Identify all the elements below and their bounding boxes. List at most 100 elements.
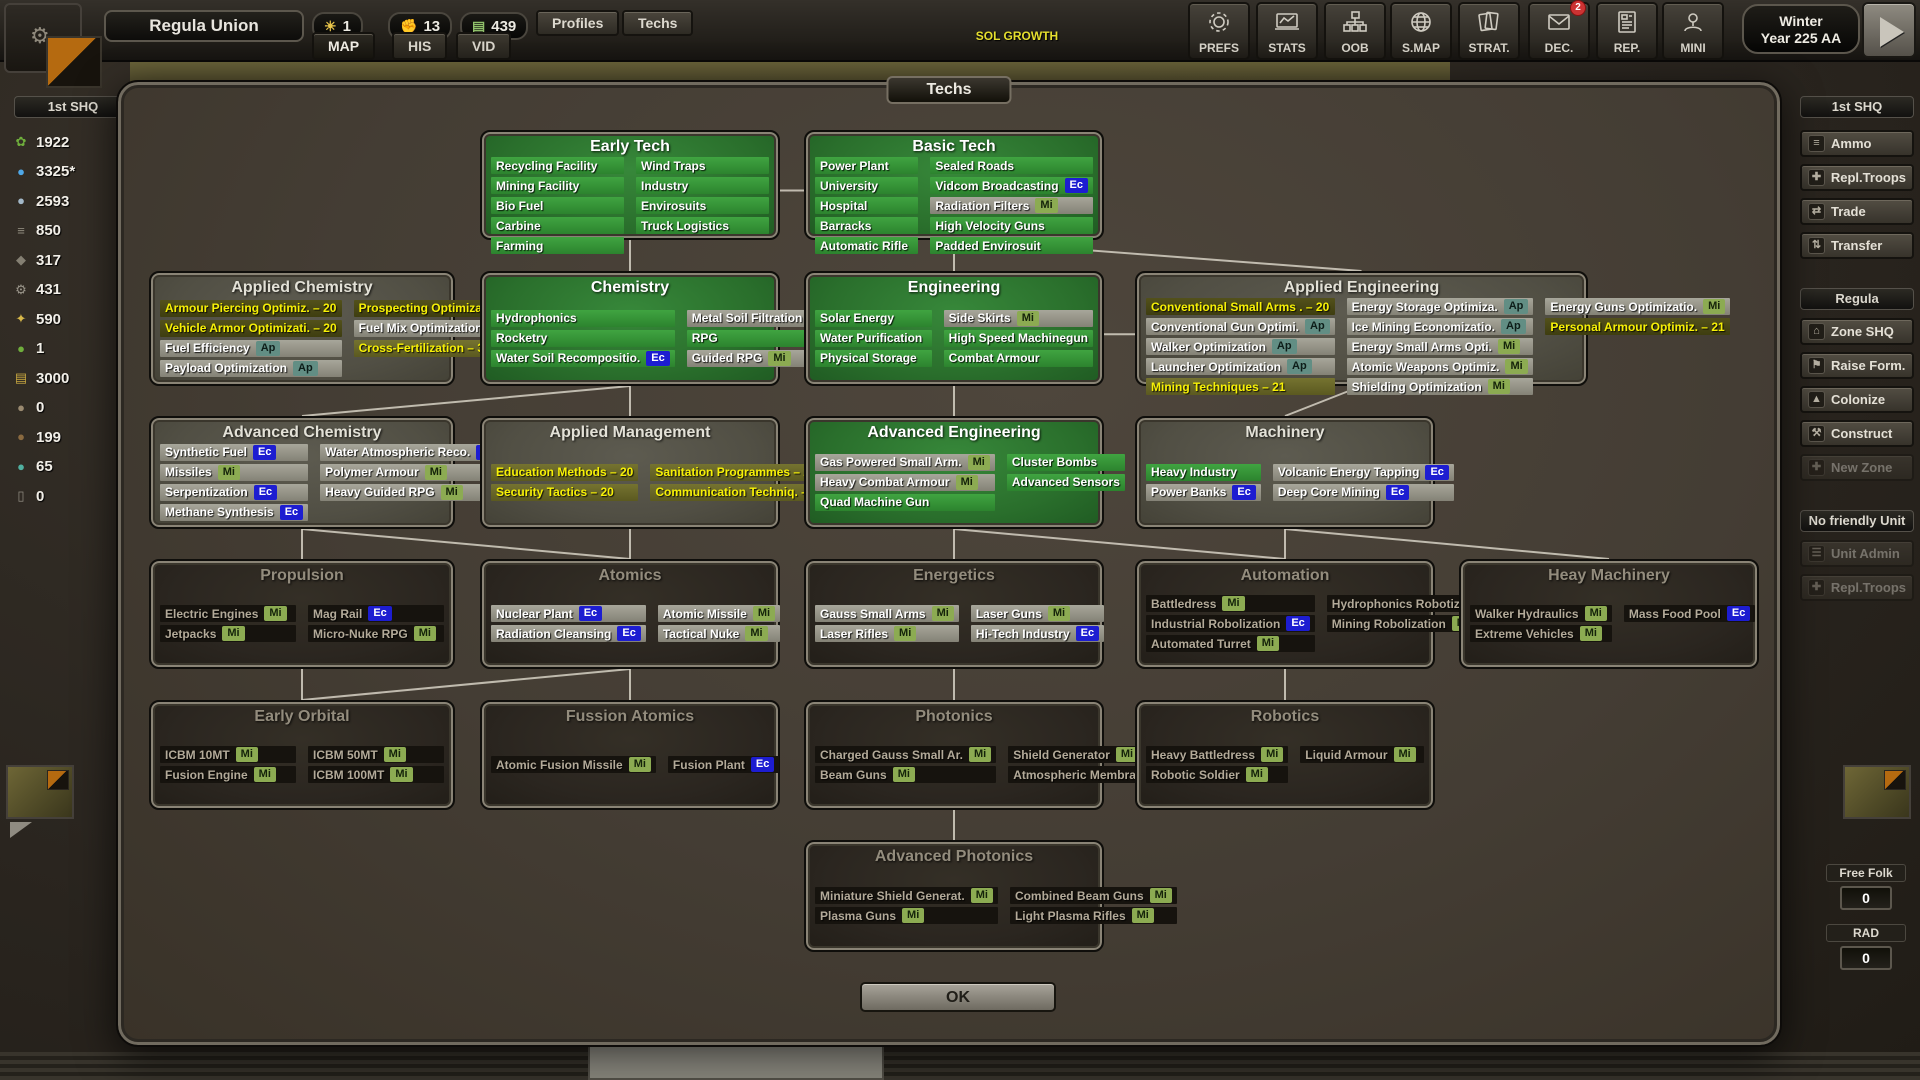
tech-item[interactable]: Liquid ArmourMi (1300, 746, 1424, 763)
tech-item[interactable]: Quad Machine Gun (815, 494, 995, 511)
tech-item[interactable]: Wind Traps (636, 157, 769, 174)
tech-item[interactable]: Volcanic Energy TappingEc (1273, 464, 1454, 481)
tech-item[interactable]: Power BanksEc (1146, 484, 1261, 501)
topbar-button-mini[interactable]: MINI (1662, 2, 1724, 60)
tech-item[interactable]: University (815, 177, 918, 194)
tech-item[interactable]: ICBM 10MTMi (160, 746, 296, 763)
tech-item[interactable]: MissilesMi (160, 464, 308, 481)
tech-item[interactable]: Advanced Sensors (1007, 474, 1125, 491)
tech-item[interactable]: Hydrophonics (491, 310, 675, 327)
tech-item[interactable]: Laser GunsMi (971, 605, 1104, 622)
tech-item[interactable]: Bio Fuel (491, 197, 624, 214)
tech-item[interactable]: Shielding OptimizationMi (1347, 378, 1534, 395)
tech-item[interactable]: Charged Gauss Small Ar.Mi (815, 746, 996, 763)
tech-item[interactable]: Combat Armour (944, 350, 1093, 367)
scroll-corner-marker[interactable] (10, 822, 32, 838)
tech-item[interactable]: Atomic MissileMi (658, 605, 780, 622)
tech-item[interactable]: Energy Storage Optimiza.Ap (1347, 298, 1534, 315)
tech-item[interactable]: Fusion EngineMi (160, 766, 296, 783)
tech-item[interactable]: Personal Armour Optimiz. – 21 (1545, 318, 1730, 335)
tech-item[interactable]: Conventional Gun Optimi.Ap (1146, 318, 1335, 335)
tech-item[interactable]: BattledressMi (1146, 595, 1315, 612)
tech-item[interactable]: Tactical NukeMi (658, 625, 780, 642)
tech-item[interactable]: Mining Techniques – 21 (1146, 378, 1335, 395)
sidebar-button-repl-troops-1[interactable]: ✚Repl.Troops (1800, 164, 1914, 191)
tech-item[interactable]: Walker OptimizationAp (1146, 338, 1335, 355)
tech-item[interactable]: Launcher OptimizationAp (1146, 358, 1335, 375)
tech-item[interactable]: Hi-Tech IndustryEc (971, 625, 1104, 642)
tech-item[interactable]: Payload OptimizationAp (160, 360, 342, 377)
tech-item[interactable]: Solar Energy (815, 310, 932, 327)
tech-item[interactable]: Light Plasma RiflesMi (1010, 907, 1177, 924)
topbar-button-rep[interactable]: REP. (1596, 2, 1658, 60)
tech-item[interactable]: Ice Mining Economizatio.Ap (1347, 318, 1534, 335)
tech-item[interactable]: Physical Storage (815, 350, 932, 367)
tech-item[interactable]: Fusion PlantEc (668, 756, 779, 773)
tech-item[interactable]: Heavy Industry (1146, 464, 1261, 481)
tech-item[interactable]: Communication Techniq. – 20 (650, 484, 829, 501)
map-thumbnail-right[interactable] (1843, 765, 1911, 819)
tech-item[interactable]: Walker HydraulicsMi (1470, 605, 1612, 622)
tech-item[interactable]: Armour Piercing Optimiz. – 20 (160, 300, 342, 317)
tech-item[interactable]: Atomic Weapons Optimiz.Mi (1347, 358, 1534, 375)
tech-item[interactable]: ICBM 50MTMi (308, 746, 444, 763)
tech-item[interactable]: ICBM 100MTMi (308, 766, 444, 783)
tech-item[interactable]: Recycling Facility (491, 157, 624, 174)
tech-item[interactable]: Truck Logistics (636, 217, 769, 234)
tech-item[interactable]: Barracks (815, 217, 918, 234)
tech-item[interactable]: Sealed Roads (930, 157, 1093, 174)
tech-item[interactable]: Security Tactics – 20 (491, 484, 638, 501)
tech-item[interactable]: Automated TurretMi (1146, 635, 1315, 652)
sidebar-button-raise-form[interactable]: ⚑Raise Form. (1800, 352, 1914, 379)
tech-item[interactable]: High Velocity Guns (930, 217, 1093, 234)
tech-item[interactable]: Heavy BattledressMi (1146, 746, 1288, 763)
tech-item[interactable]: Robotic SoldierMi (1146, 766, 1288, 783)
tech-item[interactable]: Industry (636, 177, 769, 194)
tech-item[interactable]: Laser RiflesMi (815, 625, 959, 642)
tech-item[interactable]: Atomic Fusion MissileMi (491, 756, 656, 773)
tech-item[interactable]: Sanitation Programmes – 20 (650, 464, 829, 481)
tech-item[interactable]: Mining Facility (491, 177, 624, 194)
tech-item[interactable]: Water Purification (815, 330, 932, 347)
tech-item[interactable]: Radiation FiltersMi (930, 197, 1093, 214)
tech-item[interactable]: Plasma GunsMi (815, 907, 998, 924)
tech-item[interactable]: Farming (491, 237, 624, 254)
tech-item[interactable]: Miniature Shield Generat.Mi (815, 887, 998, 904)
tech-item[interactable]: Industrial RobolizationEc (1146, 615, 1315, 632)
tech-item[interactable]: Energy Guns Optimizatio.Mi (1545, 298, 1730, 315)
tech-item[interactable]: Water Atmospheric Reco.Ec (320, 444, 505, 461)
tech-item[interactable]: Mass Food PoolEc (1624, 605, 1755, 622)
tech-item[interactable]: Radiation CleansingEc (491, 625, 646, 642)
tech-item[interactable]: Padded Envirosuit (930, 237, 1093, 254)
sidebar-button-transfer[interactable]: ⇅Transfer (1800, 232, 1914, 259)
tech-item[interactable]: Carbine (491, 217, 624, 234)
tech-item[interactable]: Nuclear PlantEc (491, 605, 646, 622)
tech-item[interactable]: Energy Small Arms Opti.Mi (1347, 338, 1534, 355)
tab-map[interactable]: MAP (312, 32, 375, 60)
tech-item[interactable]: Water Soil Recompositio.Ec (491, 350, 675, 367)
tech-item[interactable]: Fuel EfficiencyAp (160, 340, 342, 357)
tech-item[interactable]: Methane SynthesisEc (160, 504, 308, 521)
tech-item[interactable]: Gauss Small ArmsMi (815, 605, 959, 622)
tech-item[interactable]: Hospital (815, 197, 918, 214)
tech-item[interactable]: Extreme VehiclesMi (1470, 625, 1612, 642)
ok-button[interactable]: OK (860, 982, 1056, 1012)
topbar-button-strat[interactable]: STRAT. (1458, 2, 1520, 60)
sidebar-button-colonize[interactable]: ▲Colonize (1800, 386, 1914, 413)
tech-item[interactable]: SerpentizationEc (160, 484, 308, 501)
tech-item[interactable]: Beam GunsMi (815, 766, 996, 783)
sidebar-button-zone-shq[interactable]: ⌂Zone SHQ (1800, 318, 1914, 345)
tech-item[interactable]: Polymer ArmourMi (320, 464, 505, 481)
topbar-button-prefs[interactable]: PREFS (1188, 2, 1250, 60)
sidebar-button-construct[interactable]: ⚒Construct (1800, 420, 1914, 447)
tech-item[interactable]: Micro-Nuke RPGMi (308, 625, 444, 642)
tech-item[interactable]: Combined Beam GunsMi (1010, 887, 1177, 904)
tech-item[interactable]: Envirosuits (636, 197, 769, 214)
tab-his[interactable]: HIS (392, 32, 447, 60)
tech-item[interactable]: Electric EnginesMi (160, 605, 296, 622)
topbar-button-stats[interactable]: STATS (1256, 2, 1318, 60)
topbar-button-oob[interactable]: OOB (1324, 2, 1386, 60)
tech-item[interactable]: Rocketry (491, 330, 675, 347)
tech-item[interactable]: Side SkirtsMi (944, 310, 1093, 327)
tech-item[interactable]: Power Plant (815, 157, 918, 174)
